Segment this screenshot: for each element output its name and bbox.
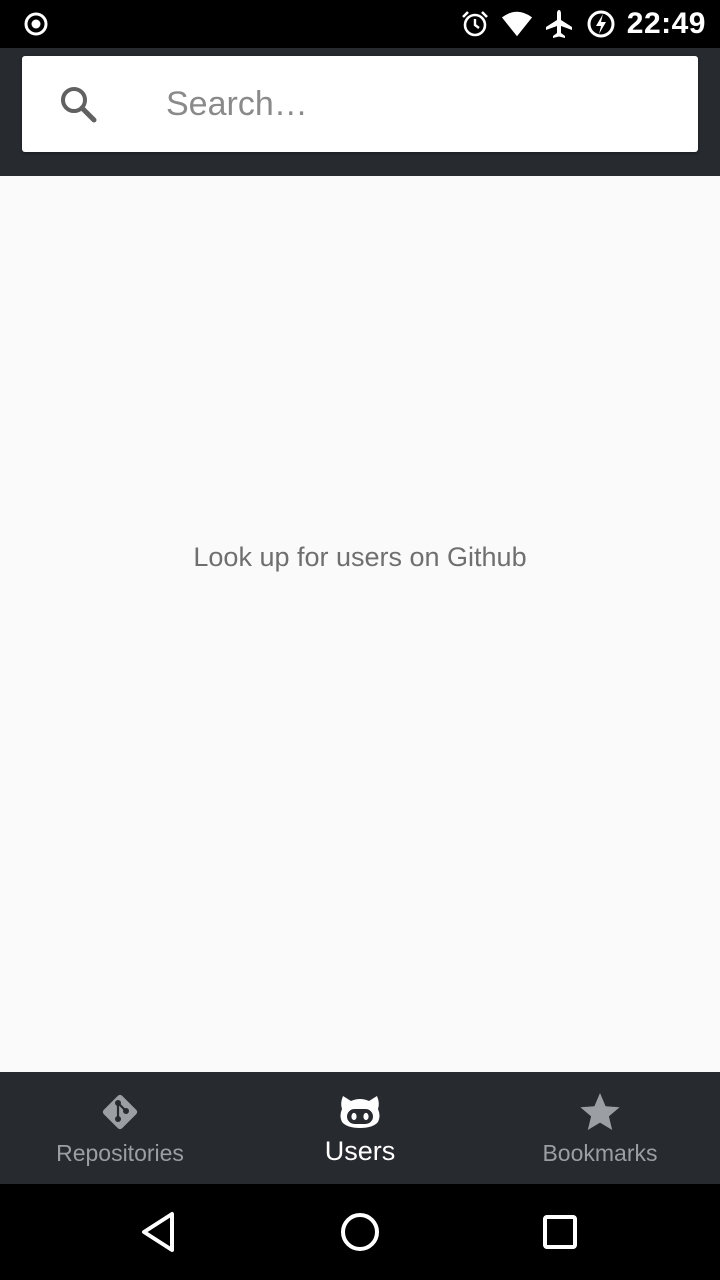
search-box[interactable] <box>22 56 698 152</box>
home-icon[interactable] <box>336 1208 384 1256</box>
main-content: Look up for users on Github <box>0 176 720 1072</box>
airplane-mode-icon <box>543 8 575 40</box>
search-toolbar <box>0 48 720 176</box>
alarm-icon <box>459 8 491 40</box>
tab-users-label: Users <box>324 1136 396 1166</box>
search-input[interactable] <box>166 74 666 134</box>
tab-bookmarks-label: Bookmarks <box>542 1140 658 1166</box>
battery-charging-icon <box>585 8 617 40</box>
status-bar: 22:49 <box>0 0 720 48</box>
tab-users[interactable]: Users <box>240 1072 480 1184</box>
record-icon <box>24 12 48 36</box>
git-icon <box>98 1090 142 1134</box>
tab-repositories[interactable]: Repositories <box>0 1072 240 1184</box>
system-navigation-bar <box>0 1184 720 1280</box>
bottom-navigation: Repositories Users Bookmarks <box>0 1072 720 1184</box>
tab-bookmarks[interactable]: Bookmarks <box>480 1072 720 1184</box>
back-icon[interactable] <box>136 1208 184 1256</box>
clock: 22:49 <box>626 7 706 40</box>
octocat-icon <box>338 1088 382 1132</box>
wifi-icon <box>501 8 533 40</box>
empty-state-message: Look up for users on Github <box>193 542 527 572</box>
tab-repositories-label: Repositories <box>56 1140 184 1166</box>
search-icon <box>61 87 97 123</box>
recents-icon[interactable] <box>536 1208 584 1256</box>
star-icon <box>578 1090 622 1134</box>
